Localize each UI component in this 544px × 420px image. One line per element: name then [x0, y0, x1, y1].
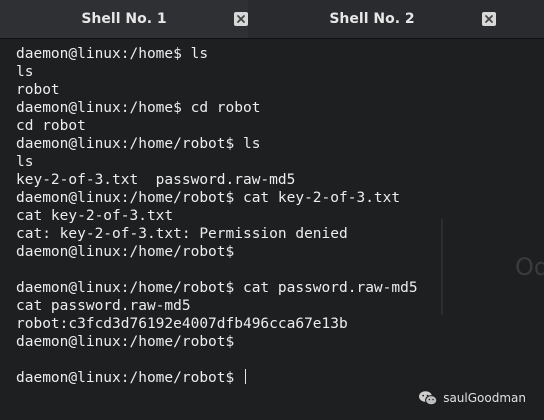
terminal-line: daemon@linux:/home/robot$ ls [16, 136, 261, 152]
terminal-line: ls [16, 64, 34, 80]
wechat-icon [419, 391, 438, 406]
terminal-line: robot:c3fcd3d76192e4007dfb496cca67e13b [16, 316, 348, 332]
terminal-prompt: daemon@linux:/home/robot$ [16, 370, 243, 386]
terminal-line: daemon@linux:/home/robot$ [16, 244, 235, 260]
tab-shell-2[interactable]: Shell No. 2 [248, 0, 496, 38]
terminal-line: daemon@linux:/home/robot$ [16, 334, 235, 350]
background-ghost-text: Od [515, 253, 544, 281]
terminal-line: ls [16, 154, 34, 170]
watermark-text: saulGoodman [443, 391, 526, 405]
terminal-output[interactable]: Od daemon@linux:/home$ ls ls robot daemo… [0, 39, 544, 420]
terminal-line: robot [16, 82, 60, 98]
tab-label: Shell No. 1 [81, 11, 167, 27]
background-divider [441, 219, 443, 315]
tab-label: Shell No. 2 [329, 11, 415, 27]
terminal-line: daemon@linux:/home$ ls [16, 46, 209, 62]
terminal-line: cat: key-2-of-3.txt: Permission denied [16, 226, 348, 242]
close-icon [485, 15, 493, 23]
close-icon [237, 15, 245, 23]
terminal-line: daemon@linux:/home/robot$ cat password.r… [16, 280, 418, 296]
terminal-line: cd robot [16, 118, 86, 134]
tab-shell-1[interactable]: Shell No. 1 [0, 0, 248, 38]
tab-bar: Shell No. 1 Shell No. 2 [0, 0, 544, 39]
terminal-line: key-2-of-3.txt password.raw-md5 [16, 172, 296, 188]
terminal-lines: daemon@linux:/home$ ls ls robot daemon@l… [16, 45, 418, 387]
terminal-line: cat key-2-of-3.txt [16, 208, 174, 224]
text-cursor [244, 369, 246, 384]
terminal-prompt-line[interactable]: daemon@linux:/home/robot$ [16, 369, 418, 387]
close-tab-2-button[interactable] [482, 12, 496, 26]
terminal-line: daemon@linux:/home$ cd robot [16, 100, 261, 116]
close-tab-1-button[interactable] [234, 12, 248, 26]
watermark: saulGoodman [418, 390, 526, 406]
terminal-line: daemon@linux:/home/robot$ cat key-2-of-3… [16, 190, 401, 206]
terminal-line: cat password.raw-md5 [16, 298, 191, 314]
